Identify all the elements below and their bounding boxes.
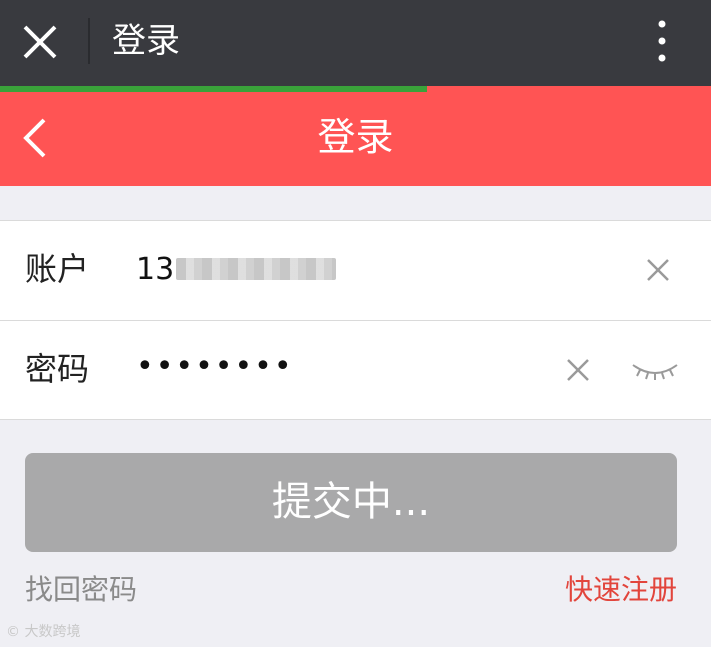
window-title: 登录 (112, 21, 180, 61)
account-input[interactable]: 13 (136, 247, 337, 291)
page-title: 登录 (317, 115, 394, 159)
account-value: 13 (136, 251, 175, 287)
register-link[interactable]: 快速注册 (565, 570, 677, 610)
login-form: 账户 13 密码 •••••••• (0, 220, 711, 420)
clear-icon[interactable] (565, 357, 591, 383)
submit-button[interactable]: 提交中... (25, 453, 677, 552)
divider (88, 18, 90, 64)
account-label: 账户 (25, 250, 90, 288)
account-row: 账户 13 (0, 221, 711, 319)
close-icon[interactable] (20, 22, 60, 62)
watermark: © 大数跨境 (6, 622, 80, 642)
forgot-password-link[interactable]: 找回密码 (25, 570, 137, 610)
browser-top-bar: 登录 (0, 0, 711, 86)
more-vertical-icon[interactable] (652, 18, 672, 64)
watermark-text: 大数跨境 (24, 624, 81, 640)
password-input[interactable]: •••••••• (136, 347, 294, 387)
clear-icon[interactable] (645, 257, 671, 283)
password-label: 密码 (25, 350, 90, 388)
password-row: 密码 •••••••• (0, 321, 711, 419)
page-header: 登录 (0, 92, 711, 186)
blurred-value (176, 258, 337, 280)
watermark-logo-icon: © (6, 624, 20, 640)
eye-closed-icon[interactable] (630, 357, 680, 383)
